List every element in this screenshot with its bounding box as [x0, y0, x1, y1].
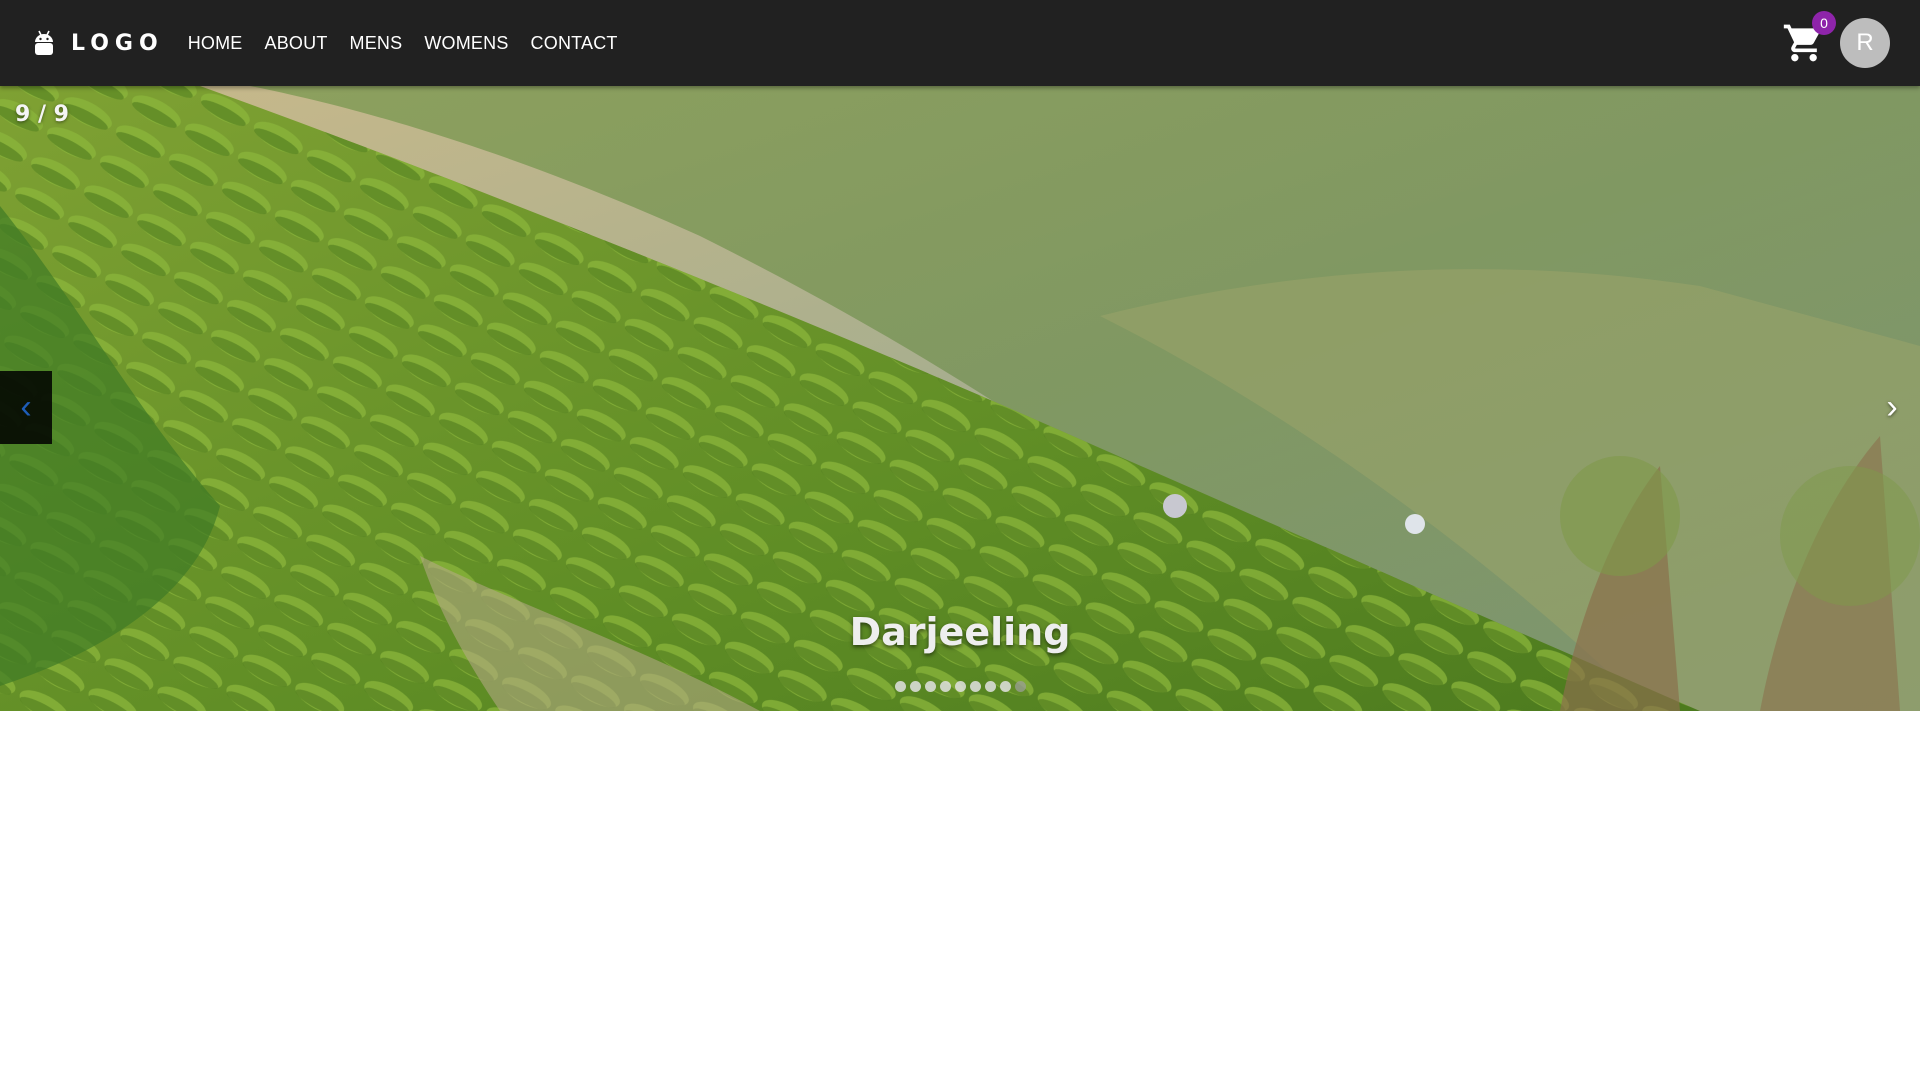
slide-indicator-dot[interactable]: [894, 681, 906, 692]
slide-indicator-dot[interactable]: [909, 681, 921, 692]
slide-indicator-dot[interactable]: [984, 681, 996, 692]
page-content: [0, 711, 1920, 1080]
chevron-left-icon: ‹: [20, 388, 32, 426]
next-slide-button[interactable]: ›: [1872, 371, 1912, 444]
user-avatar[interactable]: R: [1840, 18, 1890, 68]
navbar: LOGO HOME ABOUT MENS WOMENS CONTACT 0 R: [0, 0, 1920, 86]
hero-carousel: 9 / 9 ‹ › Darjeeling: [0, 86, 1920, 711]
slide-indicator-dot[interactable]: [999, 681, 1011, 692]
cart-count-badge: 0: [1812, 11, 1836, 35]
nav-actions: 0 R: [1782, 0, 1890, 86]
slide-indicator-dot[interactable]: [969, 681, 981, 692]
logo[interactable]: LOGO: [33, 29, 164, 57]
chevron-right-icon: ›: [1886, 388, 1898, 426]
previous-slide-button[interactable]: ‹: [0, 371, 52, 444]
shopping-cart-icon: [1782, 24, 1826, 69]
slide-counter: 9 / 9: [15, 102, 69, 127]
logo-text: LOGO: [71, 30, 164, 56]
android-icon: [33, 29, 55, 57]
slide-indicator-dot[interactable]: [1014, 681, 1026, 692]
nav-link-home[interactable]: HOME: [188, 33, 243, 54]
slide-indicator-dot[interactable]: [939, 681, 951, 692]
cart-button[interactable]: 0: [1782, 11, 1836, 65]
nav-link-womens[interactable]: WOMENS: [424, 33, 508, 54]
slide-caption: Darjeeling: [849, 610, 1071, 654]
nav-link-about[interactable]: ABOUT: [265, 33, 328, 54]
nav-link-mens[interactable]: MENS: [350, 33, 403, 54]
slide-indicator-dot[interactable]: [954, 681, 966, 692]
main-nav: HOME ABOUT MENS WOMENS CONTACT: [188, 33, 640, 54]
slide-indicator-dot[interactable]: [924, 681, 936, 692]
nav-link-contact[interactable]: CONTACT: [531, 33, 618, 54]
slide-indicators: [0, 681, 1920, 692]
